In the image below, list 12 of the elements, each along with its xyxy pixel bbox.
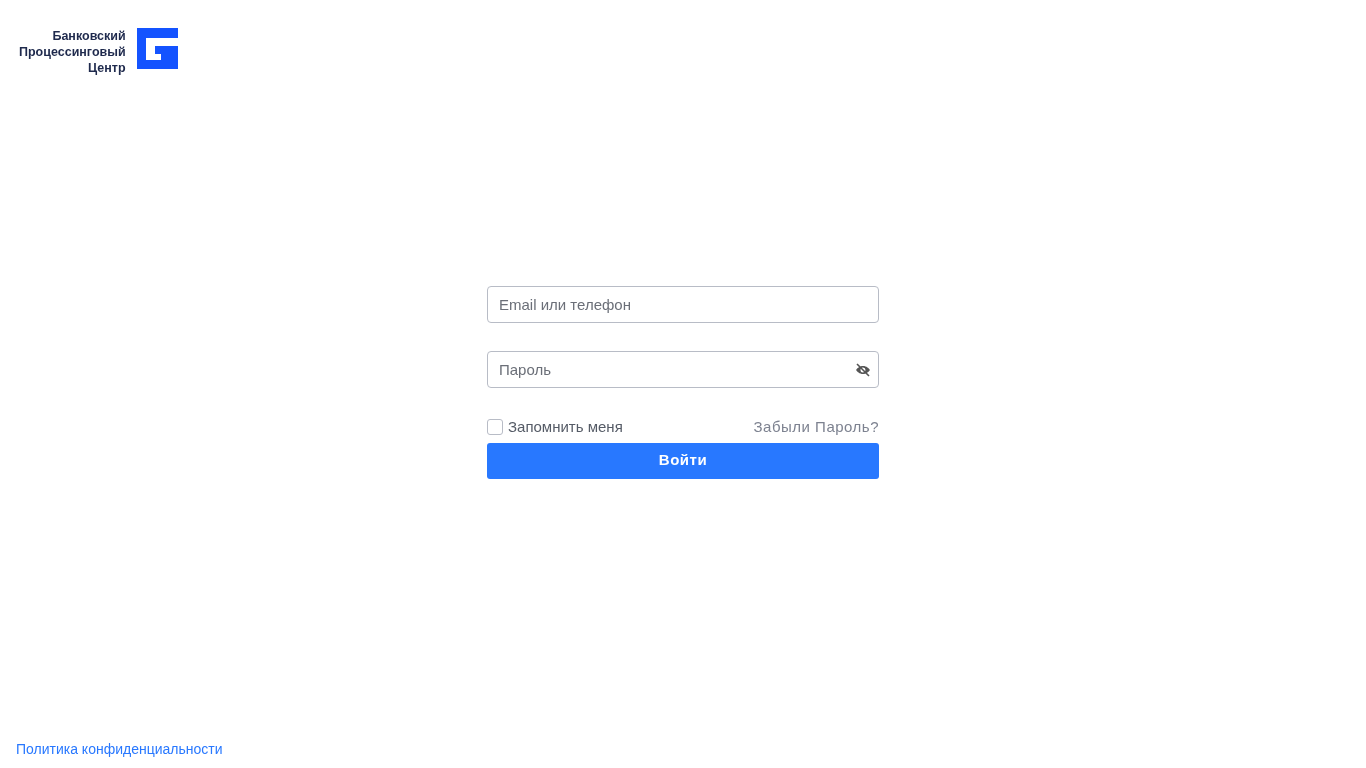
login-button[interactable]: Войти [487,442,879,479]
forgot-password-link[interactable]: Забыли Пароль? [753,416,879,439]
logo-text: Процессинговый [19,44,126,60]
email-field[interactable]: Email или телефон [487,286,879,323]
logo-mark-icon [136,28,178,69]
password-field[interactable]: Пароль [487,351,879,388]
remember-label: Запомнить меня [508,417,623,437]
logo-text: Банковский [52,28,126,44]
hide-password-icon[interactable] [855,363,871,377]
logo-text: Центр [88,60,126,76]
remember-checkbox[interactable] [487,419,503,436]
privacy-policy-link[interactable]: Политика конфиденциальности [16,741,223,757]
